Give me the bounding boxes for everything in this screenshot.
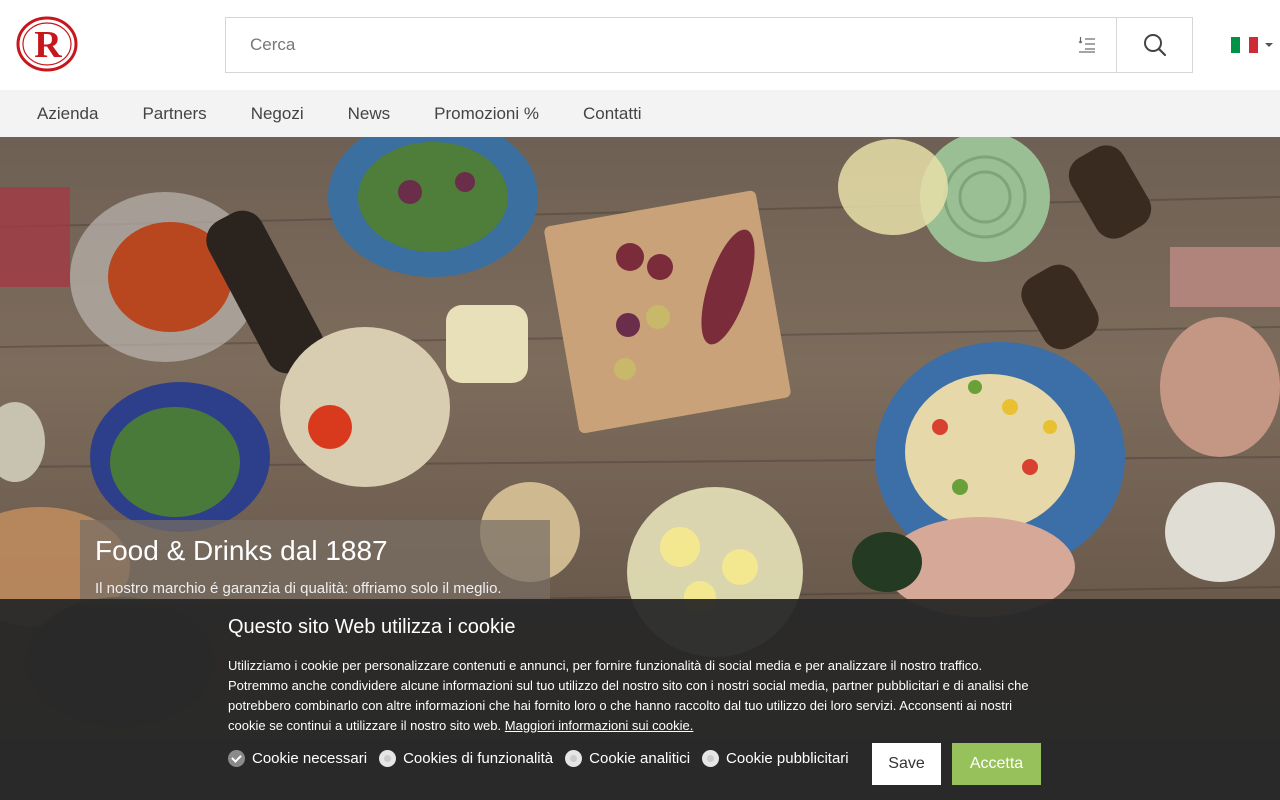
italy-flag-icon bbox=[1231, 37, 1258, 53]
cookie-option-necessary[interactable]: Cookie necessari bbox=[228, 750, 367, 767]
search-button[interactable] bbox=[1116, 18, 1192, 72]
main-nav: Azienda Partners Negozi News Promozioni … bbox=[0, 90, 1280, 137]
nav-item-contatti[interactable]: Contatti bbox=[561, 104, 664, 124]
nav-item-negozi[interactable]: Negozi bbox=[229, 104, 326, 124]
brand-logo[interactable]: R bbox=[15, 15, 79, 73]
nav-item-azienda[interactable]: Azienda bbox=[15, 104, 120, 124]
search-input[interactable] bbox=[226, 18, 1058, 72]
radio-unchecked-icon bbox=[379, 750, 397, 767]
cookie-option-label: Cookie necessari bbox=[252, 750, 368, 767]
language-selector[interactable] bbox=[1231, 37, 1273, 53]
cookie-option-label: Cookie pubblicitari bbox=[726, 750, 849, 767]
search-icon bbox=[1143, 34, 1166, 57]
cookie-banner: Questo sito Web utilizza i cookie Utiliz… bbox=[0, 599, 1280, 800]
search-bar bbox=[225, 17, 1193, 73]
cookie-title: Questo sito Web utilizza i cookie bbox=[228, 616, 516, 638]
site-header: R bbox=[0, 0, 1280, 90]
nav-item-partners[interactable]: Partners bbox=[120, 104, 228, 124]
svg-text:R: R bbox=[34, 24, 62, 66]
save-button[interactable]: Save bbox=[872, 743, 941, 785]
checkbox-checked-icon bbox=[228, 750, 245, 767]
radio-unchecked-icon bbox=[702, 750, 720, 767]
nav-item-news[interactable]: News bbox=[326, 104, 413, 124]
cookie-option-label: Cookie analitici bbox=[589, 750, 691, 767]
cookie-option-advertising[interactable]: Cookie pubblicitari bbox=[702, 750, 849, 767]
cookie-more-info-link[interactable]: Maggiori informazioni sui cookie. bbox=[505, 718, 694, 733]
brand-logo-icon: R bbox=[16, 16, 78, 72]
cookie-option-label: Cookies di funzionalità bbox=[403, 750, 554, 767]
chevron-down-icon bbox=[1265, 43, 1273, 47]
radio-unchecked-icon bbox=[565, 750, 583, 767]
nav-item-promozioni[interactable]: Promozioni % bbox=[412, 104, 561, 124]
hero-caption: Food & Drinks dal 1887 Il nostro marchio… bbox=[80, 520, 550, 605]
cookie-text: Utilizziamo i cookie per personalizzare … bbox=[228, 656, 1043, 736]
cookie-option-analytics[interactable]: Cookie analitici bbox=[565, 750, 690, 767]
list-filter-icon[interactable] bbox=[1058, 18, 1116, 72]
accept-button[interactable]: Accetta bbox=[952, 743, 1041, 785]
hero-title: Food & Drinks dal 1887 bbox=[95, 535, 388, 566]
cookie-options: Cookie necessari Cookies di funzionalità… bbox=[228, 750, 861, 767]
cookie-option-functionality[interactable]: Cookies di funzionalità bbox=[379, 750, 553, 767]
hero-subtitle: Il nostro marchio é garanzia di qualità:… bbox=[95, 579, 502, 597]
